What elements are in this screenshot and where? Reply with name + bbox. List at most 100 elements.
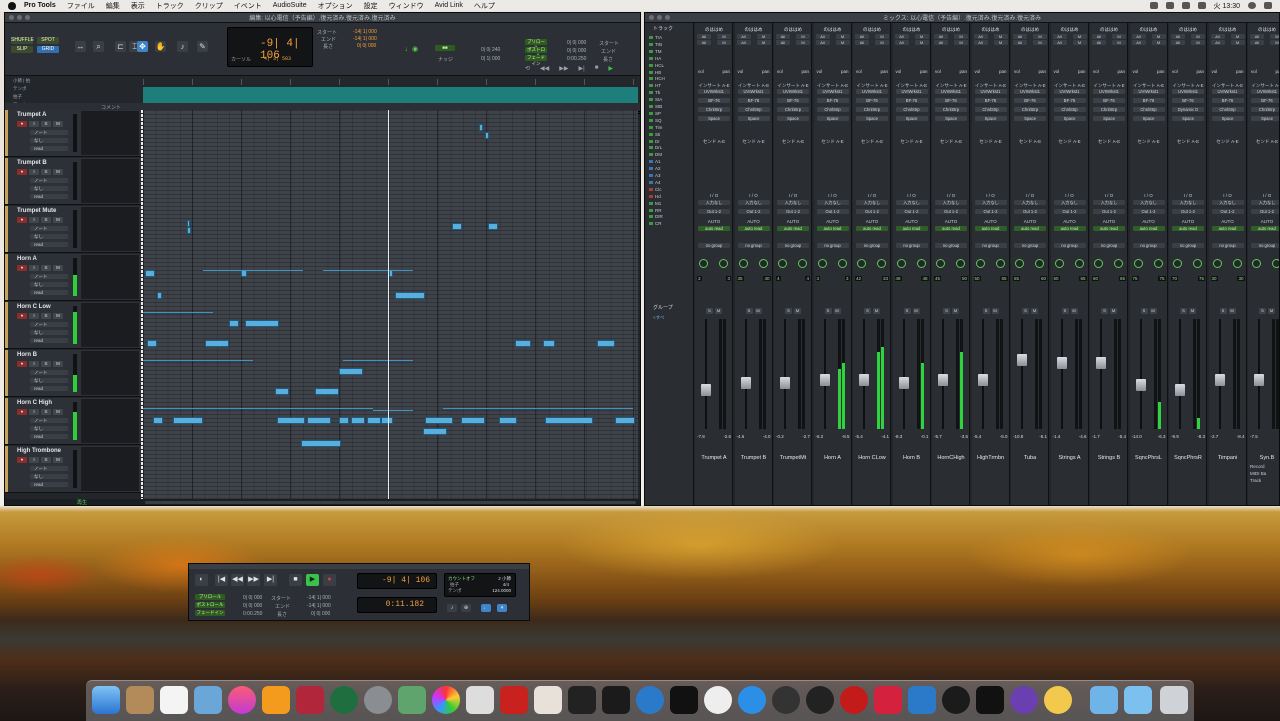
track-name[interactable]: Trumpet Mute [17, 208, 56, 214]
insert-slot[interactable]: Space [737, 116, 770, 121]
ruler-meter[interactable]: 拍子 [13, 94, 22, 100]
midi-note[interactable] [367, 417, 381, 424]
track-panel-item[interactable]: DIR [649, 214, 663, 219]
all-selector[interactable]: All [1250, 34, 1264, 39]
input-monitor-button[interactable]: I [29, 361, 39, 367]
midi-note[interactable] [488, 223, 498, 230]
midi-note[interactable] [615, 417, 635, 424]
midi-note[interactable] [187, 220, 190, 227]
input-selector[interactable]: 入力なし [1053, 200, 1086, 205]
mute-button[interactable]: M [53, 169, 63, 175]
status-icon[interactable] [1165, 2, 1174, 9]
ruler-bars[interactable]: 小節 | 拍 [13, 78, 30, 84]
volume-left[interactable]: -4.6 [737, 434, 745, 440]
group-selector[interactable]: no group [1053, 243, 1086, 248]
track-panel-item[interactable]: Tb [649, 90, 660, 95]
pan-knob-right[interactable] [1193, 259, 1202, 268]
volume-right[interactable]: -4.0 [763, 434, 771, 440]
m-button[interactable]: M [875, 40, 889, 45]
mbox-icon[interactable] [568, 686, 596, 714]
mix-window-titlebar[interactable]: ミックス: 以心電信（予告編）.復元済み.復元済み.復元済み [645, 13, 1279, 23]
insert-slot[interactable]: ChnlStrp [1053, 107, 1086, 112]
strip-name[interactable]: SqncPhrsL [1130, 455, 1168, 461]
solo-button[interactable]: S [41, 121, 51, 127]
output-selector[interactable]: Out 1-2 [816, 209, 849, 214]
mute-button[interactable]: M [53, 217, 63, 223]
insert-slot[interactable]: UVIWrkst1 [1014, 89, 1046, 94]
insert-slot[interactable]: ChnlStrp [816, 107, 849, 112]
finder-icon[interactable] [92, 686, 120, 714]
all-selector[interactable]: All [973, 40, 988, 45]
system-preferences-icon[interactable] [364, 686, 392, 714]
track-panel-item[interactable]: TM [649, 49, 662, 54]
insert-slot[interactable]: ChnlStrp [1014, 107, 1046, 112]
volume-right[interactable]: -2.7 [802, 434, 810, 440]
track-panel-item[interactable]: A2 [649, 166, 661, 171]
input-monitor-button[interactable]: I [29, 265, 39, 271]
mute-button[interactable]: M [1070, 308, 1078, 314]
all-selector[interactable]: All [736, 40, 751, 45]
scrubber-tool-icon[interactable]: ♪ [177, 41, 188, 52]
pan-knob-right[interactable] [1153, 259, 1163, 268]
insert-slot[interactable]: BF-76 [1172, 98, 1204, 103]
mute-button[interactable]: M [715, 308, 722, 314]
output-selector[interactable]: Out 1-2 [777, 209, 809, 214]
insert-slot[interactable]: UVIWrkst1 [698, 89, 730, 94]
output-selector[interactable]: Out 1-2 [737, 209, 770, 214]
track-panel-item[interactable]: Dr [649, 139, 660, 144]
insert-slot[interactable]: ChnlStrp [1251, 107, 1279, 112]
volume-fader[interactable] [740, 377, 751, 389]
volume-fader[interactable] [780, 377, 790, 389]
notes-icon[interactable] [126, 686, 154, 714]
pan-knob-left[interactable] [1054, 259, 1064, 268]
track-panel-item[interactable]: Tim [649, 125, 662, 130]
output-selector[interactable]: Out 1-2 [895, 209, 928, 214]
record-enable-button[interactable]: ● [17, 409, 27, 415]
insert-slot[interactable]: Space [1251, 116, 1279, 121]
midi-note[interactable] [597, 340, 615, 347]
menu-edit[interactable]: 編集 [106, 1, 120, 11]
all-selector[interactable]: All [1052, 34, 1067, 39]
insert-slot[interactable]: UVIWrkst1 [895, 89, 928, 94]
sends-header[interactable]: センド A-E [1248, 139, 1279, 145]
all-selector[interactable]: All [1092, 40, 1106, 45]
volume-fader[interactable] [1175, 384, 1185, 396]
volume-right[interactable]: -8.5 [842, 434, 850, 440]
pan-knob-right[interactable] [1272, 259, 1279, 268]
insert-slot[interactable]: ChnlStrp [895, 107, 928, 112]
m-button[interactable]: M [1072, 40, 1087, 45]
midi-note[interactable] [395, 292, 425, 299]
strip-name[interactable]: Trumpet B [735, 455, 773, 461]
insert-slot[interactable]: BF-76 [1053, 98, 1086, 103]
sync-app-icon[interactable] [942, 686, 970, 714]
sends-header[interactable]: センド A-E [1011, 139, 1049, 145]
pan-knob-left[interactable] [817, 259, 827, 268]
strip-name[interactable]: Timpani [1209, 455, 1247, 461]
pan-knob-left[interactable] [857, 259, 866, 268]
track-panel-item[interactable]: SQ [649, 118, 662, 123]
mute-button[interactable]: M [53, 121, 63, 127]
trash-icon[interactable] [1160, 686, 1188, 714]
insert-slot[interactable]: Dynamic D [1172, 107, 1204, 112]
group-item[interactable]: <すべ [653, 315, 664, 321]
pan-knob-right[interactable] [1232, 259, 1242, 268]
grabber-tool-icon[interactable]: ✋ [155, 41, 166, 52]
solo-button[interactable]: S [41, 409, 51, 415]
m-button[interactable]: M [1151, 34, 1166, 39]
menu-file[interactable]: ファイル [67, 1, 95, 11]
all-selector[interactable]: All [934, 34, 948, 39]
midi-note[interactable] [452, 223, 462, 230]
midi-note[interactable] [153, 417, 163, 424]
length-value[interactable]: 0| 0| 000 [357, 43, 376, 49]
sends-header[interactable]: センド A-E [774, 139, 812, 145]
track-header[interactable]: Horn B ● I S M ノート なし read [5, 350, 141, 397]
sends-header[interactable]: センド A-E [853, 139, 891, 145]
tempo-icon[interactable]: ▾ [497, 604, 507, 612]
volume-left[interactable]: -8.3 [895, 434, 903, 440]
transport-start-value[interactable]: -14| 1| 000 [307, 595, 331, 601]
m-button[interactable]: M [835, 40, 850, 45]
sends-header[interactable]: センド A-E [1169, 139, 1207, 145]
midi-note[interactable] [543, 340, 555, 347]
automation-mode[interactable]: auto read [1172, 226, 1204, 231]
midi-note[interactable] [277, 417, 305, 424]
